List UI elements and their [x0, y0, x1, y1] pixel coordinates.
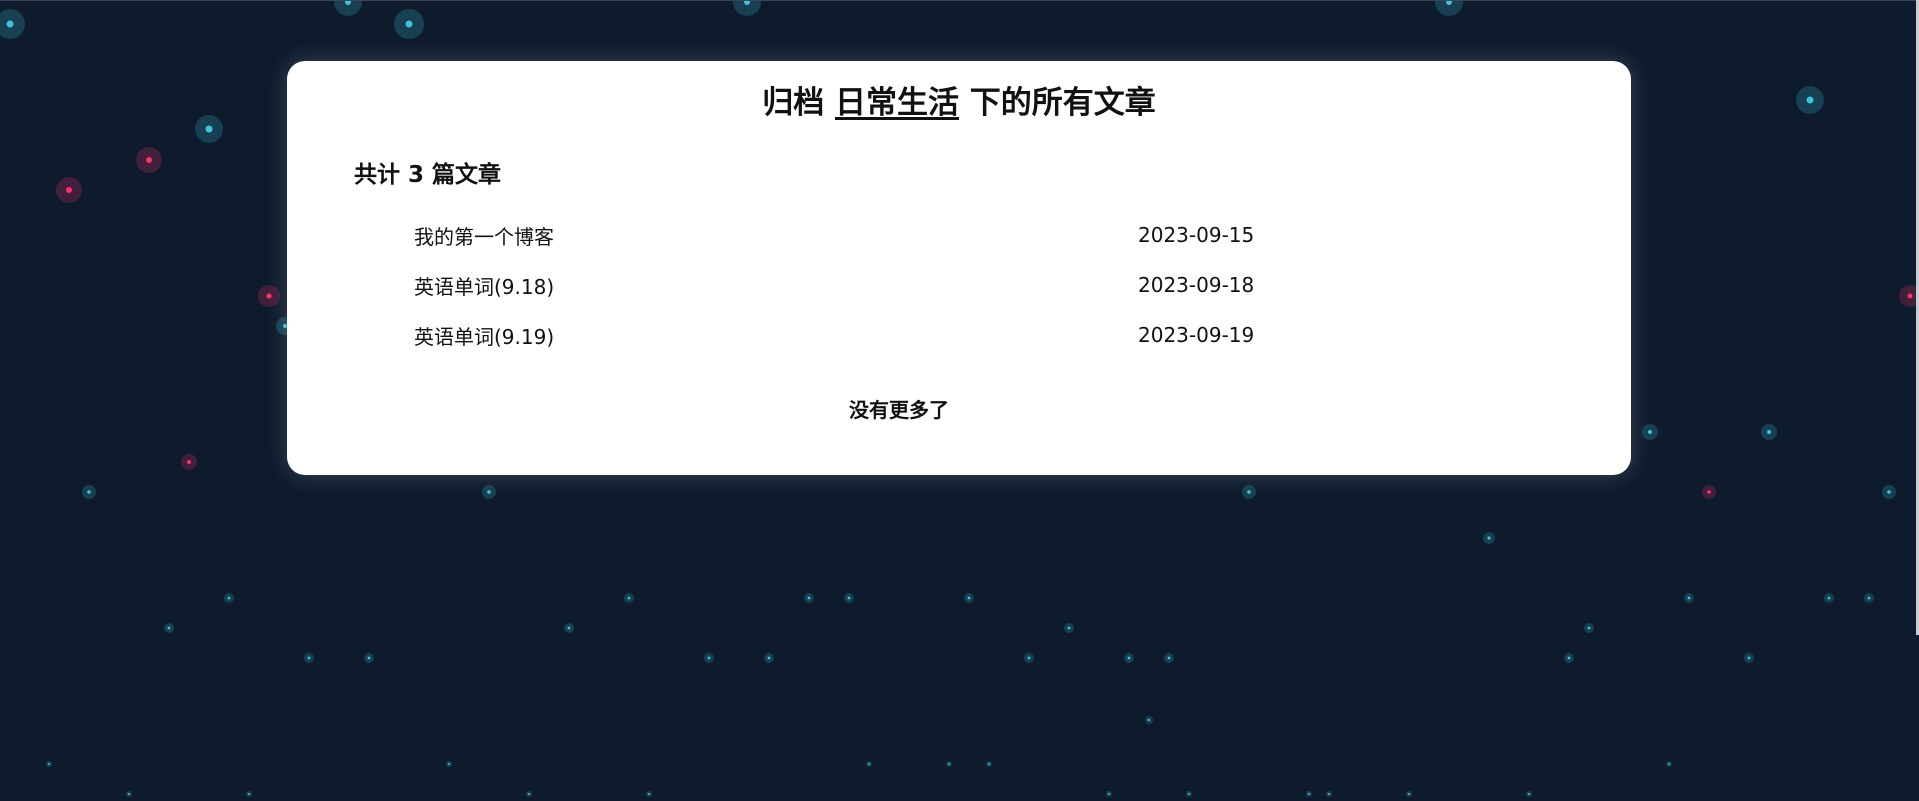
archive-card: 归档 日常生活 下的所有文章 共计 3 篇文章 我的第一个博客 2023-09-… — [287, 61, 1631, 475]
particle-dot — [767, 656, 771, 660]
particle-dot — [1247, 490, 1251, 494]
particle-dot — [1067, 626, 1071, 630]
particle-dot — [205, 125, 213, 133]
particle-dot — [367, 656, 371, 660]
title-suffix: 下的所有文章 — [969, 85, 1156, 121]
post-list: 我的第一个博客 2023-09-15 英语单词(9.18) 2023-09-18… — [414, 221, 1414, 371]
particle-dot — [648, 793, 650, 795]
particle-dot — [1747, 656, 1751, 660]
particle-dot — [1648, 430, 1652, 434]
post-date: 2023-09-18 — [1138, 273, 1255, 297]
particle-dot — [1587, 626, 1591, 630]
particle-dot — [227, 596, 231, 600]
particle-dot — [167, 626, 171, 630]
particle-dot — [1567, 656, 1571, 660]
particle-dot — [248, 793, 250, 795]
post-title-link[interactable]: 英语单词(9.18) — [414, 273, 554, 301]
particle-dot — [1707, 490, 1711, 494]
particle-dot — [868, 763, 870, 765]
particle-dot — [48, 763, 50, 765]
post-date: 2023-09-15 — [1138, 223, 1255, 247]
particle-dot — [1408, 793, 1410, 795]
particle-dot — [487, 490, 491, 494]
post-title-link[interactable]: 我的第一个博客 — [414, 223, 554, 251]
post-title-link[interactable]: 英语单词(9.19) — [414, 323, 554, 351]
particle-dot — [1147, 718, 1151, 722]
title-prefix: 归档 — [762, 85, 825, 121]
particle-dot — [146, 157, 152, 163]
particle-dot — [1027, 656, 1031, 660]
particle-dot — [847, 596, 851, 600]
particle-dot — [1887, 490, 1891, 494]
list-item: 英语单词(9.19) 2023-09-19 — [414, 321, 1414, 371]
particle-dot — [967, 596, 971, 600]
particle-dot — [448, 763, 450, 765]
particle-dot — [66, 187, 72, 193]
particle-dot — [1827, 596, 1831, 600]
list-item: 我的第一个博客 2023-09-15 — [414, 221, 1414, 271]
particle-dot — [1668, 763, 1670, 765]
particle-dot — [128, 793, 130, 795]
particle-dot — [405, 20, 413, 28]
particle-dot — [1806, 96, 1814, 104]
particle-dot — [1167, 656, 1171, 660]
top-border — [0, 0, 1919, 1]
page-title: 归档 日常生活 下的所有文章 — [287, 83, 1631, 123]
particle-dot — [948, 763, 950, 765]
post-count: 共计 3 篇文章 — [354, 162, 502, 188]
particle-dot — [187, 460, 191, 464]
particle-dot — [988, 763, 990, 765]
particle-dot — [1308, 793, 1310, 795]
particle-dot — [627, 596, 631, 600]
particle-dot — [266, 293, 272, 299]
category-link[interactable]: 日常生活 — [835, 85, 959, 121]
particle-dot — [528, 793, 530, 795]
particle-dot — [307, 656, 311, 660]
particle-dot — [1328, 793, 1330, 795]
particle-dot — [707, 656, 711, 660]
post-date: 2023-09-19 — [1138, 323, 1255, 347]
particle-dot — [1767, 430, 1771, 434]
particle-dot — [1867, 596, 1871, 600]
particle-dot — [807, 596, 811, 600]
list-item: 英语单词(9.18) 2023-09-18 — [414, 271, 1414, 321]
particle-dot — [1907, 293, 1913, 299]
no-more-text: 没有更多了 — [849, 398, 949, 422]
particle-dot — [1487, 536, 1491, 540]
particle-dot — [1687, 596, 1691, 600]
particle-dot — [87, 490, 91, 494]
particle-dot — [1108, 793, 1110, 795]
particle-dot — [567, 626, 571, 630]
particle-dot — [1188, 793, 1190, 795]
particle-dot — [6, 20, 14, 28]
particle-dot — [1528, 793, 1530, 795]
particle-dot — [1127, 656, 1131, 660]
